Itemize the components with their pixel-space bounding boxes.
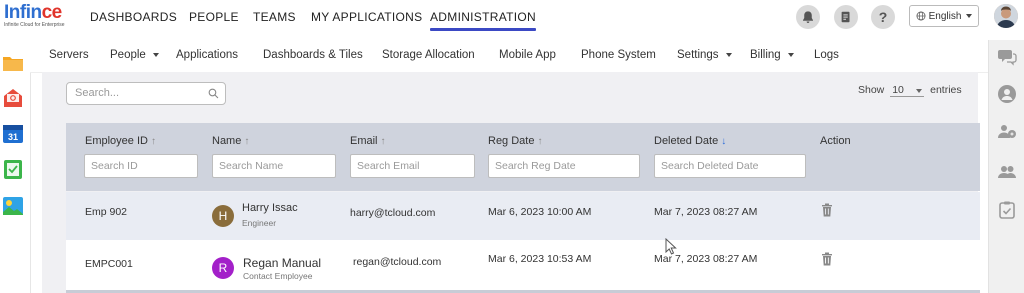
left-app-dock: 31 bbox=[0, 40, 31, 293]
nav-dashboards[interactable]: DASHBOARDS bbox=[90, 10, 177, 24]
mail-icon[interactable] bbox=[2, 87, 24, 109]
svg-text:31: 31 bbox=[8, 132, 18, 142]
chevron-down-icon bbox=[787, 52, 794, 57]
filter-email[interactable]: Search Email bbox=[350, 154, 475, 178]
entries-select[interactable]: 10 bbox=[890, 84, 925, 97]
search-input[interactable]: Search... bbox=[66, 82, 226, 105]
nav-administration[interactable]: ADMINISTRATION bbox=[430, 10, 536, 31]
table-row[interactable]: EMPC001 R Regan Manual Contact Employee … bbox=[66, 240, 980, 290]
language-selector[interactable]: English bbox=[909, 5, 979, 27]
subnav-settings[interactable]: Settings bbox=[677, 49, 732, 61]
sort-icon[interactable]: ↓ bbox=[721, 136, 726, 147]
subnav-phone-system[interactable]: Phone System bbox=[581, 49, 656, 61]
cell-email: regan@tcloud.com bbox=[353, 256, 442, 268]
subnav-servers[interactable]: Servers bbox=[49, 49, 89, 61]
cell-role: Contact Employee bbox=[243, 271, 313, 281]
chevron-down-icon bbox=[725, 52, 732, 57]
sort-icon[interactable]: ↑ bbox=[537, 136, 542, 147]
cell-employee-id: Emp 902 bbox=[85, 206, 128, 218]
chat-icon[interactable] bbox=[997, 46, 1017, 66]
right-sidebar bbox=[988, 40, 1024, 293]
cell-reg-date: Mar 6, 2023 10:53 AM bbox=[488, 253, 592, 265]
brand-tagline: Infinite Cloud for Enterprise bbox=[4, 22, 65, 28]
bell-icon[interactable] bbox=[796, 5, 820, 29]
filter-deleted-date[interactable]: Search Deleted Date bbox=[654, 154, 806, 178]
entries-label: entries bbox=[930, 84, 962, 96]
chevron-down-icon bbox=[966, 14, 973, 18]
avatar: R bbox=[212, 257, 234, 279]
avatar: H bbox=[212, 205, 234, 227]
cell-deleted-date: Mar 7, 2023 08:27 AM bbox=[654, 206, 758, 218]
cell-reg-date: Mar 6, 2023 10:00 AM bbox=[488, 206, 592, 218]
search-icon[interactable] bbox=[208, 88, 219, 99]
trash-icon[interactable] bbox=[821, 203, 833, 217]
filter-reg-date[interactable]: Search Reg Date bbox=[488, 154, 640, 178]
contacts-icon[interactable] bbox=[997, 122, 1017, 142]
brand-name: Infince bbox=[4, 2, 62, 23]
photos-icon[interactable] bbox=[2, 195, 24, 217]
cell-name: Harry Issac bbox=[242, 202, 298, 214]
tasks-icon[interactable] bbox=[2, 158, 24, 180]
folder-icon[interactable] bbox=[2, 52, 24, 74]
sort-icon[interactable]: ↑ bbox=[244, 136, 249, 147]
column-name[interactable]: Name ↑ bbox=[212, 135, 249, 147]
subnav-mobile-app[interactable]: Mobile App bbox=[499, 49, 556, 61]
user-avatar[interactable] bbox=[994, 4, 1018, 28]
table-row[interactable]: Emp 902 H Harry Issac Engineer harry@tcl… bbox=[66, 192, 980, 240]
globe-icon bbox=[916, 11, 926, 21]
subnav-logs[interactable]: Logs bbox=[814, 49, 839, 61]
column-action: Action bbox=[820, 135, 851, 147]
chevron-down-icon bbox=[916, 89, 923, 93]
help-icon[interactable]: ? bbox=[871, 5, 895, 29]
person-icon[interactable] bbox=[997, 84, 1017, 104]
filter-employee-id[interactable]: Search ID bbox=[84, 154, 198, 178]
subnav-billing[interactable]: Billing bbox=[750, 49, 794, 61]
checklist-icon[interactable] bbox=[997, 200, 1017, 220]
mouse-cursor-icon bbox=[665, 238, 677, 255]
filter-name[interactable]: Search Name bbox=[212, 154, 336, 178]
trash-icon[interactable] bbox=[821, 252, 833, 266]
subnav-storage-allocation[interactable]: Storage Allocation bbox=[382, 49, 475, 61]
group-icon[interactable] bbox=[997, 162, 1017, 182]
admin-subnav: Servers People Applications Dashboards &… bbox=[30, 40, 988, 73]
language-label: English bbox=[928, 10, 962, 22]
nav-my-applications[interactable]: MY APPLICATIONS bbox=[311, 10, 422, 24]
top-navigation: Infince Infinite Cloud for Enterprise DA… bbox=[0, 0, 1024, 36]
table-header: Employee ID ↑ Name ↑ Email ↑ Reg Date ↑ Dele… bbox=[66, 123, 980, 191]
sort-icon[interactable]: ↑ bbox=[151, 136, 156, 147]
subnav-applications[interactable]: Applications bbox=[176, 49, 238, 61]
nav-teams[interactable]: TEAMS bbox=[253, 10, 296, 24]
cell-role: Engineer bbox=[242, 218, 277, 228]
column-employee-id[interactable]: Employee ID ↑ bbox=[85, 135, 156, 147]
chevron-down-icon bbox=[152, 52, 159, 57]
search-placeholder: Search... bbox=[75, 87, 120, 99]
sort-icon[interactable]: ↑ bbox=[381, 136, 386, 147]
subnav-people[interactable]: People bbox=[110, 49, 159, 61]
cell-email: harry@tcloud.com bbox=[350, 207, 436, 219]
column-reg-date[interactable]: Reg Date ↑ bbox=[488, 135, 542, 147]
nav-people[interactable]: PEOPLE bbox=[189, 10, 239, 24]
brand-logo[interactable]: Infince Infinite Cloud for Enterprise bbox=[4, 2, 65, 34]
calendar-icon[interactable]: 31 bbox=[2, 122, 24, 144]
column-email[interactable]: Email ↑ bbox=[350, 135, 386, 147]
notes-icon[interactable] bbox=[834, 5, 858, 29]
entries-control: Show 10 entries bbox=[858, 84, 962, 97]
subnav-dashboards-tiles[interactable]: Dashboards & Tiles bbox=[263, 49, 363, 61]
show-label: Show bbox=[858, 84, 885, 96]
cell-name: Regan Manual bbox=[243, 256, 322, 270]
cell-employee-id: EMPC001 bbox=[85, 258, 133, 270]
column-deleted-date[interactable]: Deleted Date ↓ bbox=[654, 135, 726, 147]
